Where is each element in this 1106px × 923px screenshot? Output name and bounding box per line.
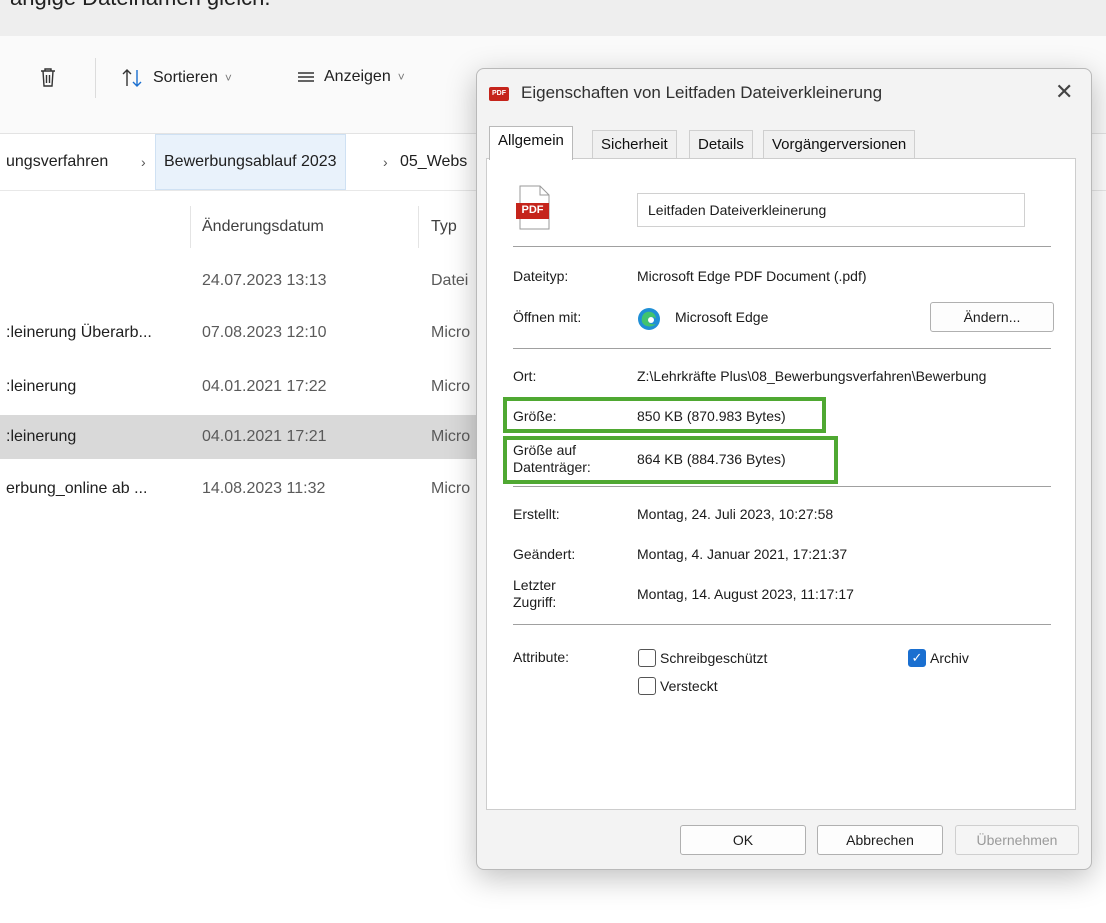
location-label: Ort: xyxy=(513,368,537,384)
chevron-down-icon: ˅ xyxy=(224,71,232,85)
pdf-file-icon-text: PDF xyxy=(521,204,544,216)
divider xyxy=(513,348,1051,349)
view-button[interactable]: Anzeigen ˅ xyxy=(296,68,405,86)
file-row-selected[interactable]: :leinerung 04.01.2021 17:21 Micro xyxy=(0,415,480,459)
openwith-value: Microsoft Edge xyxy=(675,309,769,325)
breadcrumb-item[interactable]: ungsverfahren xyxy=(6,134,108,190)
breadcrumb-separator: › xyxy=(383,154,388,170)
view-icon xyxy=(298,72,314,82)
sort-button[interactable]: Sortieren ˅ xyxy=(121,68,232,88)
breadcrumb-item[interactable]: 05_Webs xyxy=(400,134,467,190)
disk-size-value: 864 KB (884.736 Bytes) xyxy=(637,451,786,467)
file-date: 04.01.2021 17:22 xyxy=(202,378,327,395)
location-value: Z:\Lehrkräfte Plus\08_Bewerbungsverfahre… xyxy=(637,368,987,384)
file-name xyxy=(6,259,186,303)
toolbar-divider xyxy=(95,58,96,98)
ok-button[interactable]: OK xyxy=(680,825,806,855)
file-name: :leinerung Überarb... xyxy=(6,324,152,341)
column-divider[interactable] xyxy=(190,206,191,248)
created-value: Montag, 24. Juli 2023, 10:27:58 xyxy=(637,506,834,522)
archive-checkbox[interactable]: ✓ xyxy=(908,649,926,667)
pdf-icon: PDF xyxy=(489,87,509,101)
file-date: 04.01.2021 17:21 xyxy=(202,428,327,445)
top-caption: ängige Dateinamen gleich. xyxy=(10,0,271,11)
general-panel: PDF Leitfaden Dateiverkleinerung Dateity… xyxy=(486,158,1076,810)
file-type: Micro xyxy=(431,480,471,497)
column-header-date[interactable]: Änderungsdatum xyxy=(202,218,324,236)
accessed-value: Montag, 14. August 2023, 11:17:17 xyxy=(637,586,854,602)
tab-previous-versions[interactable]: Vorgängerversionen xyxy=(763,130,916,158)
close-icon[interactable]: ✕ xyxy=(1055,79,1073,105)
dialog-title: Eigenschaften von Leitfaden Dateiverklei… xyxy=(521,83,883,102)
file-row[interactable]: 24.07.2023 13:13 Datei xyxy=(0,259,480,303)
change-button[interactable]: Ändern... xyxy=(930,302,1054,332)
apply-button[interactable]: Übernehmen xyxy=(955,825,1079,855)
breadcrumb-item[interactable]: Bewerbungsablauf 2023 xyxy=(155,134,346,190)
breadcrumb-separator: › xyxy=(141,154,146,170)
file-row[interactable]: :leinerung Überarb... 07.08.2023 12:10 M… xyxy=(0,311,480,355)
divider xyxy=(513,246,1051,247)
trash-icon xyxy=(41,68,55,87)
file-name: erbung_online ab ... xyxy=(6,480,148,497)
file-date: 14.08.2023 11:32 xyxy=(202,480,326,497)
archive-label[interactable]: Archiv xyxy=(930,650,969,667)
readonly-label[interactable]: Schreibgeschützt xyxy=(660,650,767,667)
file-name: :leinerung xyxy=(6,378,77,395)
file-type: Micro xyxy=(431,378,471,395)
chevron-down-icon: ˅ xyxy=(397,70,405,84)
top-strip: ängige Dateinamen gleich. xyxy=(0,0,1106,36)
file-row[interactable]: :leinerung 04.01.2021 17:22 Micro xyxy=(0,365,480,409)
created-label: Erstellt: xyxy=(513,506,560,522)
sort-label: Sortieren xyxy=(153,69,218,86)
edge-icon xyxy=(637,307,661,331)
disk-size-label-line1: Größe auf xyxy=(513,442,577,458)
view-label: Anzeigen xyxy=(324,68,391,85)
hidden-label[interactable]: Versteckt xyxy=(660,678,718,695)
accessed-label-line2: Zugriff: xyxy=(513,594,557,610)
hidden-checkbox[interactable] xyxy=(638,677,656,695)
divider xyxy=(513,624,1051,625)
tab-security[interactable]: Sicherheit xyxy=(592,130,677,158)
column-divider[interactable] xyxy=(418,206,419,248)
file-type: Micro xyxy=(431,324,471,341)
file-type: Datei xyxy=(431,272,469,289)
tab-general[interactable]: Allgemein xyxy=(489,126,573,160)
file-name: :leinerung xyxy=(6,428,77,445)
file-row[interactable]: erbung_online ab ... 14.08.2023 11:32 Mi… xyxy=(0,467,480,511)
disk-size-label-line2: Datenträger: xyxy=(513,459,591,475)
file-date: 24.07.2023 13:13 xyxy=(202,272,327,289)
modified-label: Geändert: xyxy=(513,546,576,562)
filetype-value: Microsoft Edge PDF Document (.pdf) xyxy=(637,268,867,284)
file-type: Micro xyxy=(431,428,471,445)
openwith-label: Öffnen mit: xyxy=(513,309,582,325)
size-label: Größe: xyxy=(513,408,557,424)
delete-button[interactable] xyxy=(38,66,58,88)
modified-value: Montag, 4. Januar 2021, 17:21:37 xyxy=(637,546,848,562)
readonly-checkbox[interactable] xyxy=(638,649,656,667)
tab-details[interactable]: Details xyxy=(689,130,753,158)
size-value: 850 KB (870.983 Bytes) xyxy=(637,408,786,424)
cancel-button[interactable]: Abbrechen xyxy=(817,825,943,855)
column-header-type[interactable]: Typ xyxy=(431,218,457,236)
attributes-label: Attribute: xyxy=(513,649,570,665)
filename-input[interactable]: Leitfaden Dateiverkleinerung xyxy=(637,193,1025,227)
divider xyxy=(513,486,1051,487)
filetype-label: Dateityp: xyxy=(513,268,569,284)
accessed-label-line1: Letzter xyxy=(513,577,556,593)
pdf-file-icon: PDF xyxy=(515,185,553,231)
sort-icon xyxy=(122,69,142,87)
check-icon: ✓ xyxy=(911,650,923,665)
file-date: 07.08.2023 12:10 xyxy=(202,324,327,341)
properties-dialog: PDF Eigenschaften von Leitfaden Dateiver… xyxy=(476,68,1092,870)
